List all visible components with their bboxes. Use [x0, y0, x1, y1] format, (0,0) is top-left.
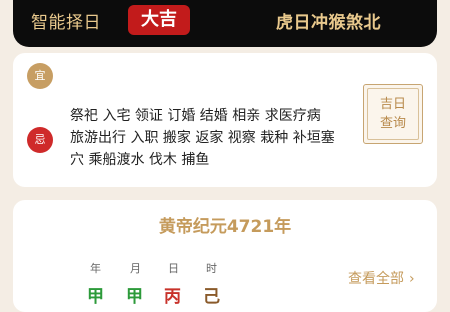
pillar-label-year: 年 — [90, 262, 101, 275]
pillar-label-month: 月 — [130, 262, 141, 275]
pillar-value-month: 甲 — [126, 287, 143, 307]
ji-badge: 忌 — [27, 127, 53, 153]
ji-activities: 祭祀 入宅 领证 订婚 结婚 相亲 求医疗病 旅游出行 入职 搬家 返家 视察 … — [70, 108, 335, 168]
chevron-right-icon: › — [409, 271, 415, 287]
clash-info: 虎日冲猴煞北 — [276, 13, 381, 33]
huangdi-era: 黄帝纪元4721年 — [158, 217, 292, 237]
smart-date-title: 智能择日 — [31, 13, 101, 33]
yi-badge: 宜 — [27, 63, 53, 89]
query-button-label: 吉日 查询 — [379, 97, 406, 131]
great-luck-badge[interactable]: 大吉 — [128, 5, 190, 35]
view-all-label: 查看全部 — [348, 271, 404, 287]
pillar-value-hour: 己 — [203, 287, 220, 307]
pillar-value-day: 丙 — [164, 287, 181, 307]
pillar-label-hour: 时 — [206, 262, 217, 275]
view-all-link[interactable]: 查看全部 › — [348, 268, 415, 288]
pillar-label-day: 日 — [168, 262, 179, 275]
pillar-value-year: 甲 — [87, 287, 104, 307]
auspicious-day-query-button[interactable]: 吉日 查询 — [363, 84, 423, 144]
